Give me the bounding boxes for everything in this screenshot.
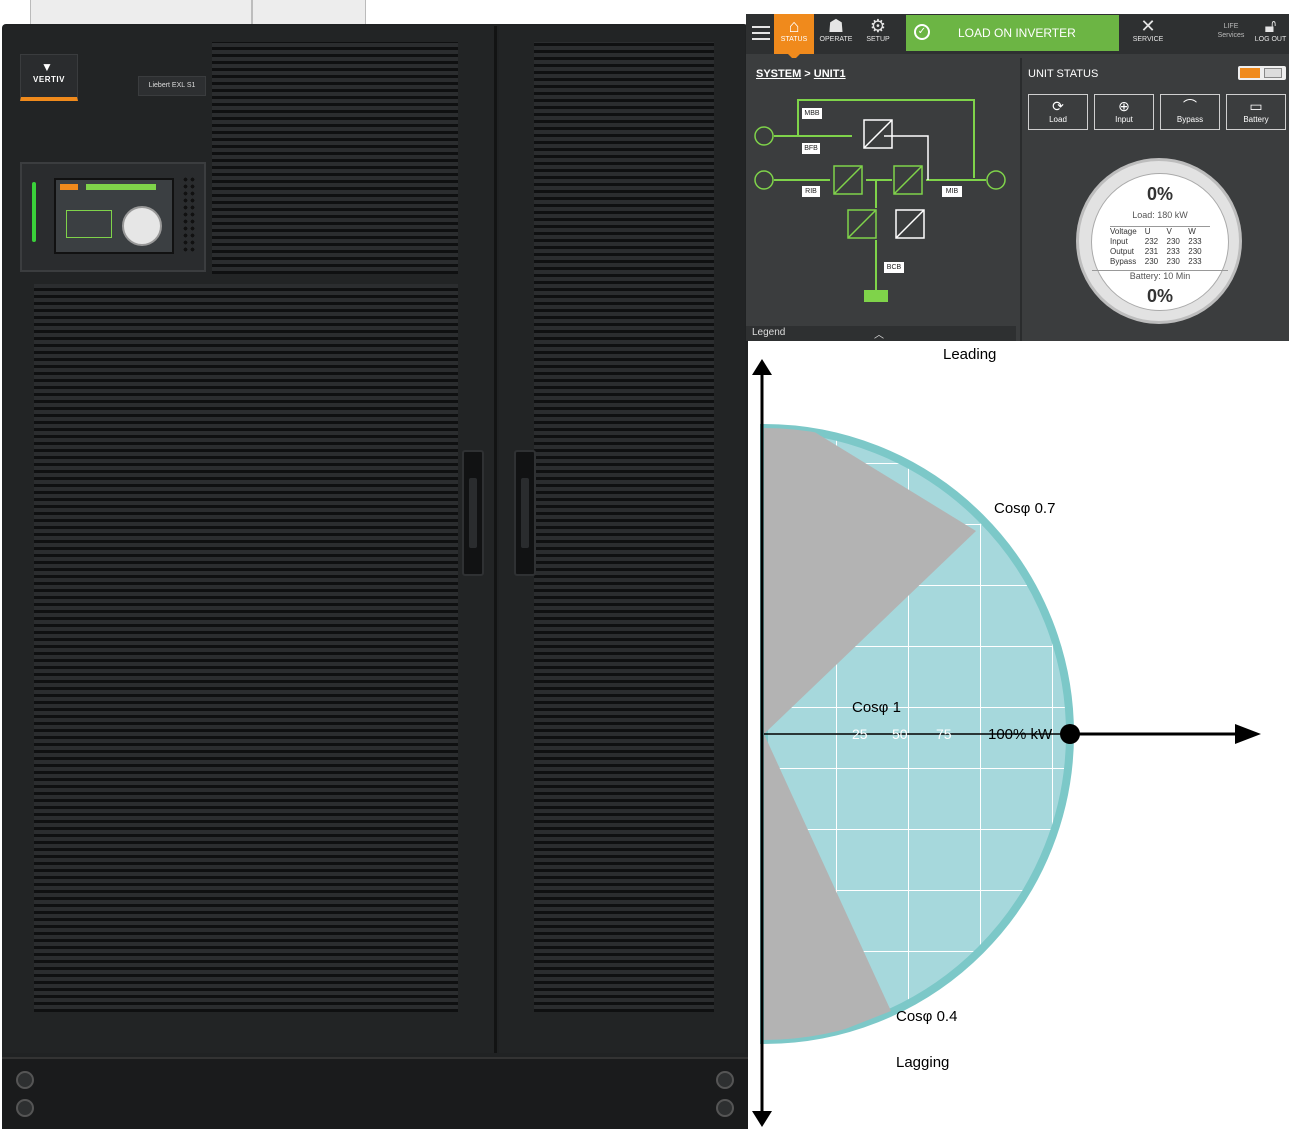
output-percent: 0% <box>1146 184 1173 204</box>
input-button[interactable]: ⊕ Input <box>1094 94 1154 130</box>
cos-0-4-label: Cosφ 0.4 <box>896 1008 958 1025</box>
top-cable-cover <box>30 0 366 25</box>
bypass-button[interactable]: ⌒ Bypass <box>1160 94 1220 130</box>
tick-label: 25 <box>852 726 868 742</box>
legend-bar[interactable]: Legend ︿ <box>746 326 1016 341</box>
door-handle-left[interactable] <box>462 450 484 576</box>
load-readout: Load: 180 kW <box>1132 210 1188 220</box>
nav-logout[interactable]: 🔓︎ LOG OUT <box>1252 14 1289 54</box>
front-control-panel <box>20 162 206 272</box>
hamburger-menu-icon[interactable] <box>752 26 770 40</box>
hmi-screen: ⌂ STATUS ☗ OPERATE ⚙ SETUP ✓ LOAD ON INV… <box>746 14 1289 341</box>
life-services-button[interactable]: LIFE Services <box>1210 22 1252 40</box>
vent-grille-upper <box>212 42 458 274</box>
tick-label: 50 <box>892 726 908 742</box>
vertiv-mark-icon: ▼ <box>41 60 53 74</box>
battery-percent: 0% <box>1146 286 1173 306</box>
load-icon: ⟳ <box>1052 98 1064 114</box>
system-diagram-pane: SYSTEM > UNIT1 MBB BFB RIB MIB BCB Legen… <box>746 58 1016 341</box>
model-label: Liebert EXL S1 <box>138 76 206 96</box>
list-view-icon[interactable] <box>1264 68 1282 78</box>
front-touchscreen[interactable] <box>54 178 174 254</box>
home-icon: ⌂ <box>788 16 800 36</box>
tick-label: 75 <box>936 726 952 742</box>
graphic-view-icon[interactable] <box>1240 68 1260 78</box>
ups-cabinet: ▼ VERTIV Liebert EXL S1 <box>0 0 748 1129</box>
breaker-label[interactable]: MBB <box>802 108 822 119</box>
lock-icon: 🔓︎ <box>1264 16 1277 36</box>
chevron-up-icon: ︿ <box>874 330 884 341</box>
max-kw-label: 100% kW <box>988 726 1053 743</box>
arrow-right-icon <box>1235 724 1261 744</box>
table-row: Output 231 233 230 <box>1110 247 1202 256</box>
voltage-header-row: Voltage U V W <box>1110 227 1196 236</box>
status-banner: ✓ LOAD ON INVERTER <box>906 15 1119 51</box>
rated-point-marker <box>1060 724 1080 744</box>
leveling-foot <box>716 1071 734 1089</box>
unit-status-title: UNIT STATUS <box>1028 68 1099 80</box>
cos-0-7-label: Cosφ 0.7 <box>994 500 1056 517</box>
arrow-up-icon <box>752 359 772 375</box>
battery-icon: ▭ <box>1249 98 1263 114</box>
speaker-grille <box>182 176 196 252</box>
leading-label: Leading <box>943 346 997 363</box>
door-handle-right[interactable] <box>514 450 536 576</box>
check-icon: ✓ <box>914 24 930 40</box>
one-line-diagram <box>754 99 1006 302</box>
vertiv-logo: ▼ VERTIV <box>20 54 78 101</box>
lagging-label: Lagging <box>896 1054 950 1071</box>
load-button[interactable]: ⟳ Load <box>1028 94 1088 130</box>
breaker-label[interactable]: BFB <box>802 143 820 154</box>
vent-grille-lower <box>34 284 458 1012</box>
tools-icon: ✕ <box>1140 16 1156 36</box>
leveling-foot <box>716 1099 734 1117</box>
view-toggle[interactable] <box>1238 66 1286 80</box>
power-factor-diagram: Leading Cosφ 0.7 Cosφ 1 25 50 75 100% kW… <box>746 341 1289 1127</box>
table-row: Input 232 230 233 <box>1110 237 1202 246</box>
hmi-top-bar: ⌂ STATUS ☗ OPERATE ⚙ SETUP ✓ LOAD ON INV… <box>746 14 1289 60</box>
nav-setup[interactable]: ⚙ SETUP <box>858 14 898 54</box>
vent-grille-right <box>534 42 714 1012</box>
load-gauge: 0% Load: 180 kW Voltage U V W Input 232 … <box>1076 158 1242 324</box>
bypass-icon: ⌒ <box>1183 98 1197 114</box>
unit-status-pane: UNIT STATUS ⟳ Load ⊕ Input ⌒ Bypass ▭ Ba… <box>1020 58 1289 341</box>
voltage-table: Voltage U V W Input 232 230 233 Output 2… <box>1110 226 1210 267</box>
status-led <box>32 182 36 242</box>
nav-operate[interactable]: ☗ OPERATE <box>816 14 856 54</box>
input-icon: ⊕ <box>1118 98 1130 114</box>
battery-button[interactable]: ▭ Battery <box>1226 94 1286 130</box>
gear-icon: ⚙ <box>869 16 887 36</box>
leveling-foot <box>16 1071 34 1089</box>
nav-status[interactable]: ⌂ STATUS <box>774 14 814 60</box>
leveling-foot <box>16 1099 34 1117</box>
nav-service[interactable]: ✕ SERVICE <box>1128 14 1168 54</box>
arrow-down-icon <box>752 1111 772 1127</box>
breaker-label[interactable]: RIB <box>802 186 820 197</box>
cabinet-base <box>2 1057 748 1129</box>
breaker-label[interactable]: BCB <box>884 262 904 273</box>
battery-readout: Battery: 10 Min <box>1092 270 1228 281</box>
brand-name: VERTIV <box>33 75 65 84</box>
table-row: Bypass 230 230 233 <box>1110 257 1202 266</box>
operator-icon: ☗ <box>827 16 845 36</box>
cos-1-label: Cosφ 1 <box>852 699 901 716</box>
breaker-label[interactable]: MIB <box>942 186 962 197</box>
